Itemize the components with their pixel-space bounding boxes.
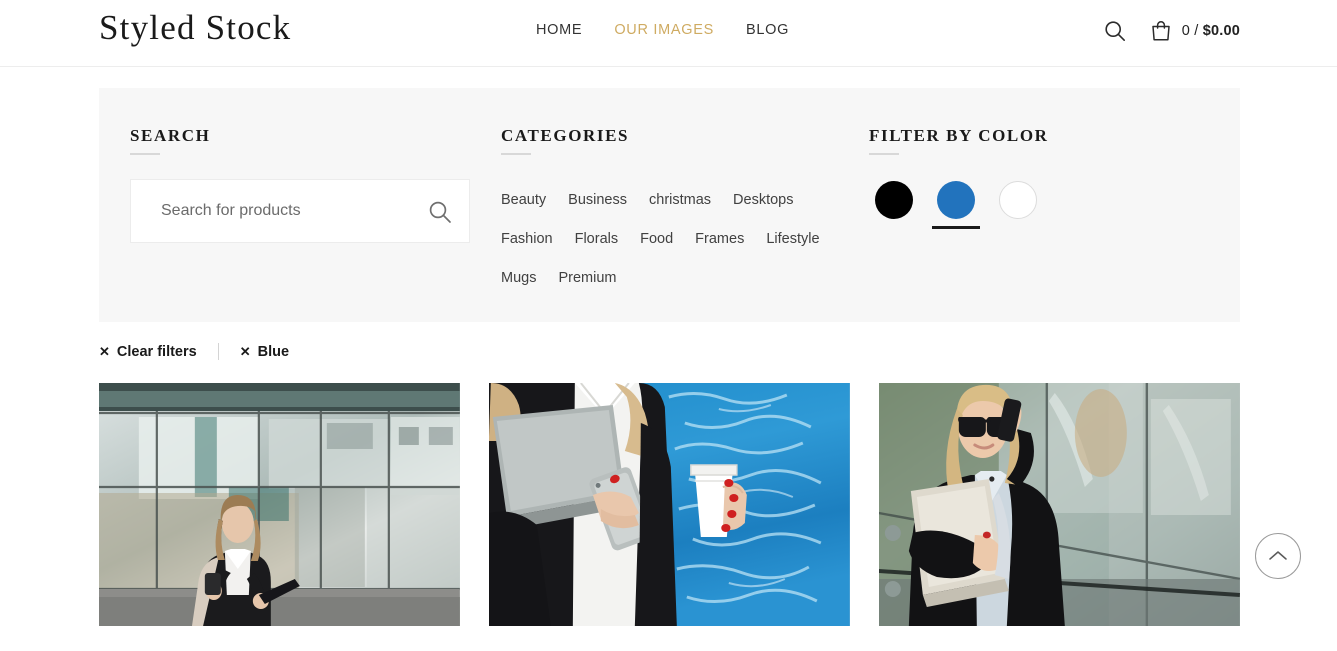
search-submit-button[interactable] [425, 197, 455, 227]
scroll-to-top-button[interactable] [1255, 533, 1301, 579]
category-link-beauty[interactable]: Beauty [501, 181, 546, 220]
cart-total: $0.00 [1202, 22, 1240, 39]
heading-rule [501, 153, 531, 155]
color-filter-heading: FILTER BY COLOR [869, 126, 1049, 145]
swatch-selected-underline [994, 226, 1042, 229]
product-image [489, 383, 850, 626]
close-icon: ✕ [99, 344, 110, 359]
close-icon: ✕ [239, 344, 251, 359]
product-grid [99, 383, 1241, 626]
categories-heading: CATEGORIES [501, 126, 630, 145]
cart-summary: 0 / $0.00 [1182, 23, 1240, 39]
heading-rule [869, 153, 899, 155]
product-image [879, 383, 1241, 626]
swatch-selected-underline [870, 226, 918, 229]
color-swatch-black[interactable] [869, 181, 919, 229]
color-swatch-list [869, 181, 1199, 229]
category-link-fashion[interactable]: Fashion [501, 220, 553, 259]
filter-panel: SEARCH CATEGORIES Beauty Business christ… [99, 88, 1240, 322]
chip-divider [217, 343, 219, 360]
shopping-bag-icon [1152, 21, 1170, 41]
filter-column-search: SEARCH [130, 88, 470, 243]
swatch-dot [875, 181, 913, 219]
search-heading: SEARCH [130, 126, 211, 145]
product-card[interactable] [99, 383, 460, 626]
heading-rule [130, 153, 160, 155]
active-filter-label: Blue [257, 343, 290, 360]
category-link-frames[interactable]: Frames [695, 220, 744, 259]
product-card[interactable] [489, 383, 850, 626]
category-link-lifestyle[interactable]: Lifestyle [766, 220, 819, 259]
category-link-mugs[interactable]: Mugs [501, 259, 536, 298]
active-filters-bar: ✕ Clear filters ✕ Blue [99, 343, 289, 360]
swatch-dot [999, 181, 1037, 219]
active-filter-chip-blue[interactable]: ✕ Blue [240, 344, 289, 360]
search-toggle-button[interactable] [1103, 19, 1127, 43]
clear-filters-button[interactable]: ✕ Clear filters [99, 344, 197, 360]
filter-column-categories: CATEGORIES Beauty Business christmas Des… [501, 88, 841, 298]
category-link-florals[interactable]: Florals [575, 220, 619, 259]
search-icon [1105, 20, 1125, 41]
nav-item-our-images[interactable]: OUR IMAGES [614, 22, 714, 38]
category-link-food[interactable]: Food [640, 220, 673, 259]
clear-filters-label: Clear filters [116, 343, 197, 360]
search-icon [429, 201, 451, 223]
product-search-box[interactable] [130, 179, 470, 243]
site-logo[interactable]: Styled Stock [99, 8, 291, 48]
color-swatch-white[interactable] [993, 181, 1043, 229]
category-list: Beauty Business christmas Desktops Fashi… [501, 181, 831, 298]
nav-item-blog[interactable]: BLOG [746, 22, 789, 38]
search-input[interactable] [161, 180, 411, 242]
category-link-christmas[interactable]: christmas [649, 181, 711, 220]
header-actions: 0 / $0.00 [1103, 18, 1240, 43]
product-card[interactable] [879, 383, 1241, 626]
filter-column-color: FILTER BY COLOR [869, 88, 1199, 229]
site-header: Styled Stock HOME OUR IMAGES BLOG 0 / $0… [0, 0, 1337, 67]
swatch-selected-underline [932, 226, 980, 229]
main-navigation: HOME OUR IMAGES BLOG [536, 22, 789, 38]
cart-separator: / [1190, 22, 1203, 39]
chevron-up-icon [1269, 551, 1287, 560]
swatch-dot [937, 181, 975, 219]
category-link-business[interactable]: Business [568, 181, 627, 220]
category-link-premium[interactable]: Premium [558, 259, 616, 298]
cart-button[interactable]: 0 / $0.00 [1149, 18, 1240, 43]
product-image [99, 383, 460, 626]
category-link-desktops[interactable]: Desktops [733, 181, 793, 220]
color-swatch-blue[interactable] [931, 181, 981, 229]
nav-item-home[interactable]: HOME [536, 22, 582, 38]
cart-count: 0 [1181, 22, 1191, 39]
